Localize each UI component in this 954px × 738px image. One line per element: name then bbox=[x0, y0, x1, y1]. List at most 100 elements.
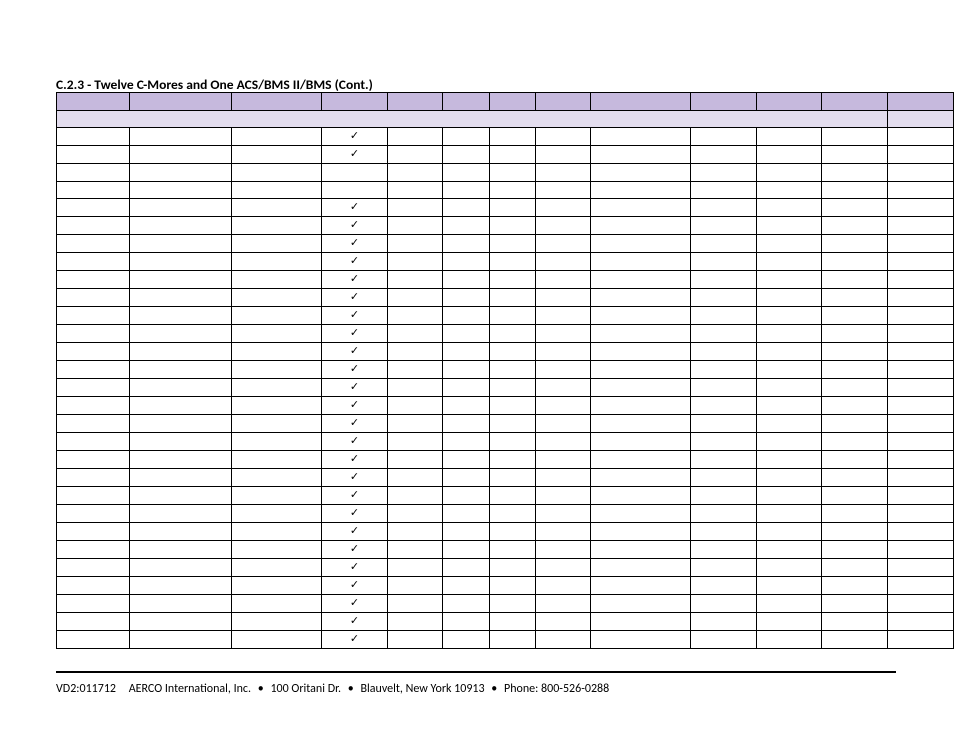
table-cell bbox=[690, 397, 756, 415]
table-cell bbox=[129, 613, 232, 631]
table-cell bbox=[442, 433, 489, 451]
table-cell bbox=[57, 541, 130, 559]
table-cell bbox=[129, 487, 232, 505]
table-cell bbox=[57, 559, 130, 577]
header-cell bbox=[129, 93, 232, 111]
table-cell bbox=[536, 128, 591, 146]
header-cell bbox=[57, 93, 130, 111]
table-cell bbox=[232, 146, 322, 164]
bullet-icon: • bbox=[344, 682, 358, 696]
table-cell bbox=[822, 451, 888, 469]
table-cell bbox=[690, 361, 756, 379]
table-cell bbox=[690, 433, 756, 451]
table-cell bbox=[822, 433, 888, 451]
checkmark-icon: ✓ bbox=[322, 199, 388, 217]
table-cell bbox=[129, 343, 232, 361]
table-cell bbox=[822, 217, 888, 235]
table-cell bbox=[888, 415, 954, 433]
table-cell bbox=[387, 451, 442, 469]
table-cell bbox=[690, 505, 756, 523]
table-cell bbox=[232, 199, 322, 217]
table-cell bbox=[690, 271, 756, 289]
table-row: ✓ bbox=[57, 217, 954, 235]
table-cell bbox=[232, 505, 322, 523]
table-cell bbox=[129, 577, 232, 595]
table-cell bbox=[57, 487, 130, 505]
table-cell bbox=[756, 487, 822, 505]
table-cell bbox=[57, 595, 130, 613]
checkmark-icon: ✓ bbox=[322, 505, 388, 523]
table-cell bbox=[442, 343, 489, 361]
table-cell bbox=[591, 523, 691, 541]
table-row: ✓ bbox=[57, 343, 954, 361]
table-cell bbox=[129, 164, 232, 182]
checkmark-icon: ✓ bbox=[322, 469, 388, 487]
table-cell bbox=[489, 559, 536, 577]
table-cell bbox=[387, 361, 442, 379]
table-cell bbox=[387, 164, 442, 182]
checkmark-icon: ✓ bbox=[322, 487, 388, 505]
table-cell bbox=[536, 253, 591, 271]
table-cell bbox=[822, 181, 888, 199]
table-cell bbox=[129, 559, 232, 577]
table-cell bbox=[888, 505, 954, 523]
table-cell bbox=[536, 631, 591, 649]
table-cell bbox=[690, 487, 756, 505]
table-cell bbox=[387, 433, 442, 451]
table-cell bbox=[822, 577, 888, 595]
header-cell bbox=[489, 93, 536, 111]
table-cell bbox=[129, 541, 232, 559]
table-cell bbox=[822, 523, 888, 541]
table-cell bbox=[888, 253, 954, 271]
table-cell bbox=[888, 631, 954, 649]
table-cell bbox=[129, 289, 232, 307]
table-row: ✓ bbox=[57, 199, 954, 217]
table-cell bbox=[822, 199, 888, 217]
table-cell bbox=[489, 505, 536, 523]
table-cell bbox=[442, 164, 489, 182]
table-cell bbox=[387, 271, 442, 289]
table-cell bbox=[442, 128, 489, 146]
table-cell bbox=[232, 181, 322, 199]
table-cell bbox=[387, 523, 442, 541]
table-cell bbox=[591, 379, 691, 397]
table-cell bbox=[822, 613, 888, 631]
table-cell bbox=[591, 595, 691, 613]
table-cell bbox=[232, 307, 322, 325]
table-cell bbox=[690, 541, 756, 559]
table-cell bbox=[387, 325, 442, 343]
table-cell bbox=[129, 361, 232, 379]
table-cell bbox=[591, 469, 691, 487]
table-cell bbox=[57, 146, 130, 164]
table-cell bbox=[322, 181, 388, 199]
table-cell bbox=[489, 361, 536, 379]
table-cell bbox=[822, 235, 888, 253]
table-cell bbox=[489, 325, 536, 343]
table-cell bbox=[756, 271, 822, 289]
table-cell bbox=[536, 235, 591, 253]
table-cell bbox=[888, 343, 954, 361]
table-cell bbox=[591, 325, 691, 343]
table-cell bbox=[591, 181, 691, 199]
table-cell bbox=[442, 631, 489, 649]
table-cell bbox=[822, 541, 888, 559]
table-cell bbox=[232, 541, 322, 559]
table-cell bbox=[756, 613, 822, 631]
table-row: ✓ bbox=[57, 595, 954, 613]
table-cell bbox=[690, 253, 756, 271]
table-cell bbox=[232, 128, 322, 146]
table-cell bbox=[129, 146, 232, 164]
table-cell bbox=[888, 181, 954, 199]
checkmark-icon: ✓ bbox=[322, 595, 388, 613]
table-cell bbox=[822, 343, 888, 361]
table-cell bbox=[129, 415, 232, 433]
table-cell bbox=[129, 128, 232, 146]
table-cell bbox=[129, 469, 232, 487]
bullet-icon: • bbox=[487, 682, 501, 696]
table-cell bbox=[591, 361, 691, 379]
table-cell bbox=[232, 325, 322, 343]
table-cell bbox=[591, 451, 691, 469]
table-cell bbox=[756, 505, 822, 523]
table-cell bbox=[489, 235, 536, 253]
table-cell bbox=[442, 505, 489, 523]
